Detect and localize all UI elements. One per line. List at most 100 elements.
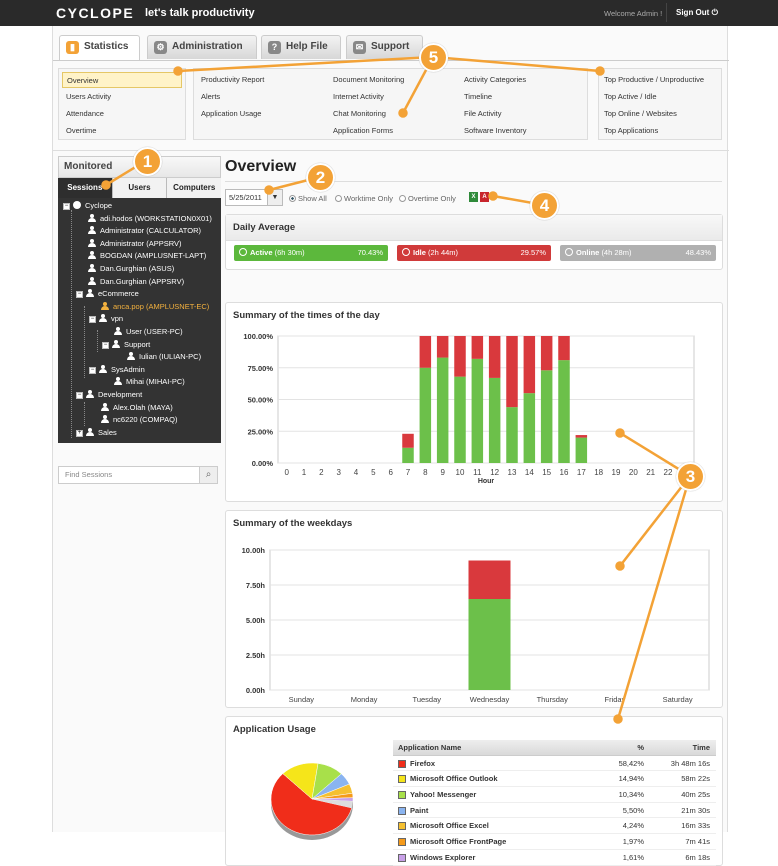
cyclope-icon (73, 201, 81, 209)
radio-show-all[interactable]: Show All (289, 194, 327, 203)
date-picker[interactable]: 5/25/2011 ▼ (225, 189, 283, 206)
sign-out-label: Sign Out (676, 8, 710, 17)
radio-overtime-only[interactable]: Overtime Only (399, 194, 456, 203)
menu-item-overview[interactable]: Overview (62, 72, 182, 88)
menu-item-file-activity[interactable]: File Activity (464, 109, 502, 118)
tree-node-user[interactable]: Alex.Olah (MAYA) (101, 402, 173, 414)
menu-item-overtime[interactable]: Overtime (66, 126, 96, 135)
table-row[interactable]: Paint 5,50% 21m 30s (393, 803, 716, 819)
tree-node-root[interactable]: − Cyclope (63, 200, 112, 212)
tree-node-user[interactable]: User (USER-PC) (114, 326, 183, 338)
search-icon[interactable]: ⌕ (199, 467, 217, 483)
tree-node-user[interactable]: BOGDAN (AMPLUSNET-LAPT) (88, 250, 206, 262)
menu-item-activity-categories[interactable]: Activity Categories (464, 75, 526, 84)
menu-item-software-inventory[interactable]: Software Inventory (464, 126, 527, 135)
excel-export-icon[interactable]: X (469, 192, 478, 202)
menu-item-productivity-report[interactable]: Productivity Report (201, 75, 264, 84)
tree-node-group[interactable]: − vpn (89, 313, 123, 325)
menu-item-application-forms[interactable]: Application Forms (333, 126, 393, 135)
menu-item-top-applications[interactable]: Top Applications (604, 126, 658, 135)
menu-item-alerts[interactable]: Alerts (201, 92, 220, 101)
idle-bar: Idle (2h 44m) 29.57% (397, 245, 551, 261)
idle-percent: 29.57% (520, 248, 546, 257)
pdf-export-icon[interactable]: A (480, 192, 489, 202)
user-icon (101, 415, 109, 424)
tab-help-file[interactable]: ? Help File (261, 35, 341, 59)
idle-label: Idle (413, 248, 426, 257)
tree-node-group[interactable]: − Support (102, 339, 150, 351)
tree-node-user[interactable]: Dan.Gurghian (ASUS) (88, 263, 174, 275)
y-tick-label: 75.00% (248, 364, 274, 373)
collapse-icon[interactable]: − (102, 341, 109, 349)
tree-node-group[interactable]: − Development (76, 389, 142, 401)
bar-idle (488, 336, 501, 378)
menu-item-timeline[interactable]: Timeline (464, 92, 492, 101)
menu-item-top-active-idle[interactable]: Top Active / Idle (604, 92, 657, 101)
table-row[interactable]: Yahoo! Messenger 10,34% 40m 25s (393, 787, 716, 803)
user-icon (88, 226, 96, 235)
tree-node-user-selected[interactable]: anca.pop (AMPLUSNET-EC) (101, 301, 209, 313)
tree-node-user[interactable]: Administrator (APPSRV) (88, 238, 182, 250)
menu-item-application-usage[interactable]: Application Usage (201, 109, 261, 118)
x-tick-label: Thursday (537, 695, 569, 704)
tab-administration[interactable]: ⚙ Administration (147, 35, 257, 59)
column-percent[interactable]: % (637, 740, 644, 755)
expand-icon[interactable]: + (76, 429, 83, 437)
table-row[interactable]: Firefox 58,42% 3h 48m 16s (393, 756, 716, 772)
x-tick-label: Sunday (289, 695, 315, 704)
application-name: Windows Explorer (410, 852, 476, 862)
application-name: Microsoft Office FrontPage (410, 837, 507, 847)
column-time[interactable]: Time (693, 740, 710, 755)
menu-item-top-online[interactable]: Top Online / Websites (604, 109, 677, 118)
menu-item-document-monitoring[interactable]: Document Monitoring (333, 75, 404, 84)
sign-out-button[interactable]: Sign Out ⏻ (666, 3, 727, 22)
bar-active (402, 447, 414, 463)
table-row[interactable]: Microsoft Office Outlook 14,94% 58m 22s (393, 771, 716, 788)
tree-node-user[interactable]: nc6220 (COMPAQ) (101, 414, 177, 426)
collapse-icon[interactable]: − (76, 392, 83, 399)
tree-label: Support (124, 339, 151, 349)
user-icon (88, 276, 96, 285)
application-time: 21m 30s (681, 805, 710, 815)
menu-item-internet-activity[interactable]: Internet Activity (333, 92, 384, 101)
menu-item-users-activity[interactable]: Users Activity (66, 92, 111, 101)
collapse-icon[interactable]: − (89, 366, 96, 374)
bar-active (506, 407, 518, 463)
tab-users[interactable]: Users (111, 178, 167, 198)
tree-node-group[interactable]: − eCommerce (76, 288, 139, 300)
x-tick-label: Friday (605, 695, 626, 704)
tab-computers[interactable]: Computers (166, 178, 222, 198)
tree-node-user[interactable]: Dan.Gurghian (APPSRV) (88, 276, 184, 288)
table-row[interactable]: Microsoft Office FrontPage 1,97% 7m 41s (393, 834, 716, 850)
search-input[interactable]: Find Sessions ⌕ (58, 466, 218, 484)
user-icon (88, 251, 96, 260)
tree-node-user[interactable]: Administrator (CALCULATOR) (88, 225, 201, 237)
tab-support[interactable]: ✉ Support (346, 35, 423, 59)
tree-node-user[interactable]: adi.hodos (WORKSTATION0X01) (88, 213, 212, 225)
collapse-icon[interactable]: − (76, 291, 83, 299)
collapse-icon[interactable]: − (89, 316, 96, 324)
application-percent: 1,61% (622, 852, 644, 862)
menu-item-attendance[interactable]: Attendance (66, 109, 104, 118)
tab-statistics[interactable]: ▮ Statistics (59, 35, 140, 61)
table-row[interactable]: Windows Explorer 1,61% 6m 18s (393, 850, 716, 866)
tree-node-user[interactable]: Iulian (IULIAN-PC) (127, 351, 201, 363)
tab-sessions[interactable]: Sessions (58, 178, 112, 198)
tree-node-user[interactable]: Mihai (MIHAI-PC) (114, 376, 185, 388)
tree-label: SysAdmin (111, 364, 145, 374)
tree-node-group[interactable]: + Sales (76, 427, 117, 439)
chevron-down-icon[interactable]: ▼ (267, 190, 282, 205)
group-icon (86, 289, 94, 298)
column-application-name[interactable]: Application Name (398, 740, 461, 755)
x-tick-label: 5 (371, 468, 376, 477)
menu-item-top-productive[interactable]: Top Productive / Unproductive (604, 75, 704, 84)
menu-group-overview: Overview Users Activity Attendance Overt… (58, 68, 186, 140)
radio-worktime-only[interactable]: Worktime Only (335, 194, 393, 203)
collapse-icon[interactable]: − (63, 203, 70, 210)
tree-label: Mihai (MIHAI-PC) (126, 377, 185, 387)
menu-item-chat-monitoring[interactable]: Chat Monitoring (333, 109, 386, 118)
app-logo: CYCLOPE (56, 5, 135, 21)
tree-node-group[interactable]: − SysAdmin (89, 364, 145, 376)
y-tick-label: 100.00% (243, 332, 273, 341)
active-bar: Active (6h 30m) 70.43% (234, 245, 388, 261)
